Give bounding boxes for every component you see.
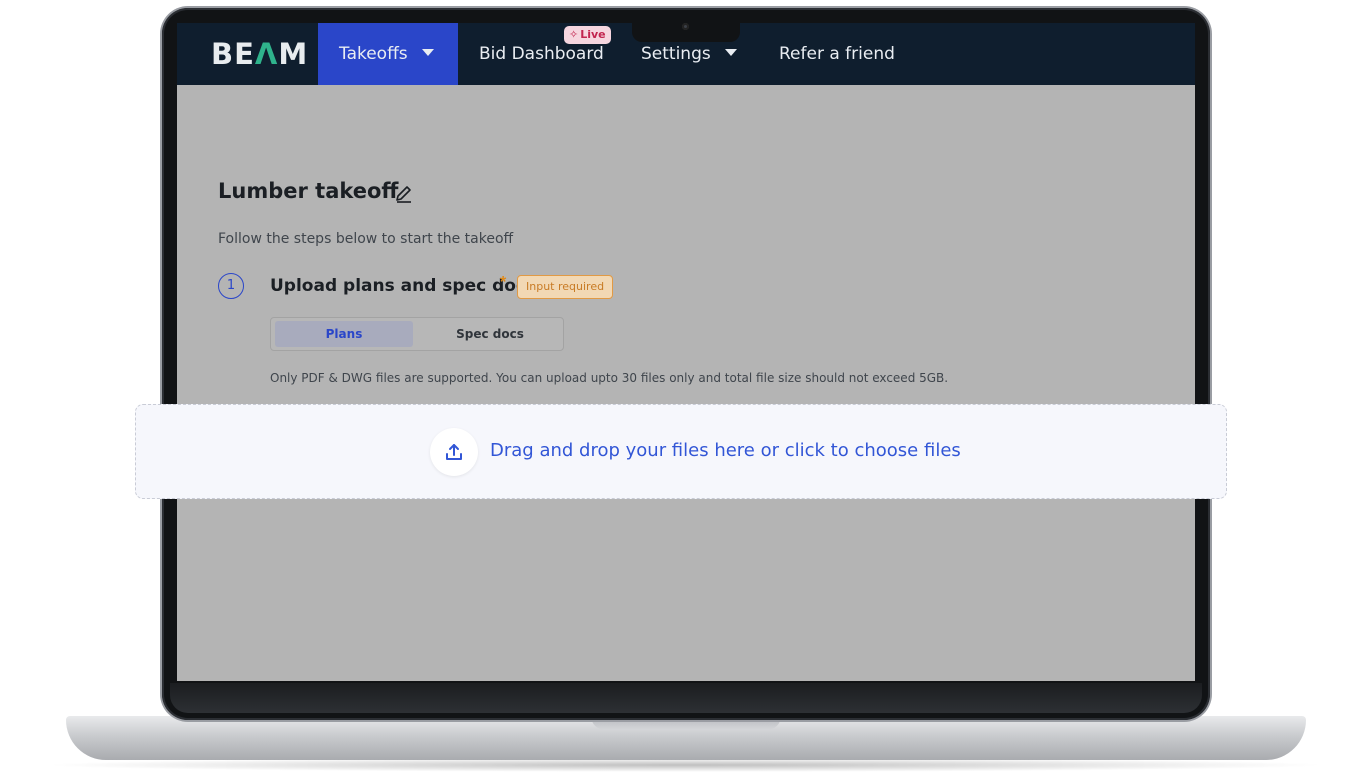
app-screen: BEΛM Takeoffs Bid Dashboard ✧ Live Settin… bbox=[177, 23, 1195, 681]
file-dropzone[interactable]: Drag and drop your files here or click t… bbox=[135, 404, 1227, 499]
nav-settings-label: Settings bbox=[641, 44, 711, 64]
beam-logo[interactable]: BEΛM bbox=[211, 37, 308, 71]
upload-type-tabs: Plans Spec docs bbox=[270, 317, 564, 351]
step-number: 1 bbox=[218, 273, 244, 299]
upload-icon bbox=[446, 444, 462, 460]
tab-spec-docs[interactable]: Spec docs bbox=[421, 321, 559, 347]
tab-plans[interactable]: Plans bbox=[275, 321, 413, 347]
live-badge: ✧ Live bbox=[564, 26, 611, 44]
sparkle-icon: ✧ bbox=[569, 28, 579, 41]
required-mark: * bbox=[500, 274, 507, 291]
nav-refer-label: Refer a friend bbox=[779, 44, 895, 64]
nav-refer-a-friend[interactable]: Refer a friend bbox=[779, 23, 895, 85]
laptop-shadow bbox=[40, 758, 1330, 772]
page-subtitle: Follow the steps below to start the take… bbox=[218, 231, 514, 247]
laptop-bezel-chin bbox=[170, 683, 1202, 713]
step-title: Upload plans and spec docs bbox=[270, 276, 537, 296]
dropzone-text: Drag and drop your files here or click t… bbox=[490, 440, 961, 461]
input-required-badge: Input required bbox=[517, 275, 614, 299]
edit-pencil-icon[interactable] bbox=[393, 183, 415, 205]
upload-icon-circle bbox=[430, 428, 478, 476]
nav-takeoffs[interactable]: Takeoffs bbox=[318, 23, 458, 85]
upload-note: Only PDF & DWG files are supported. You … bbox=[270, 371, 949, 385]
laptop-base bbox=[66, 716, 1306, 760]
chevron-down-icon bbox=[421, 48, 434, 56]
nav-bid-dashboard-label: Bid Dashboard bbox=[479, 44, 604, 64]
camera-notch bbox=[632, 16, 740, 42]
page-title: Lumber takeoff bbox=[218, 179, 399, 203]
nav-takeoffs-label: Takeoffs bbox=[339, 44, 408, 64]
chevron-down-icon bbox=[724, 48, 737, 56]
camera-icon bbox=[682, 23, 689, 30]
